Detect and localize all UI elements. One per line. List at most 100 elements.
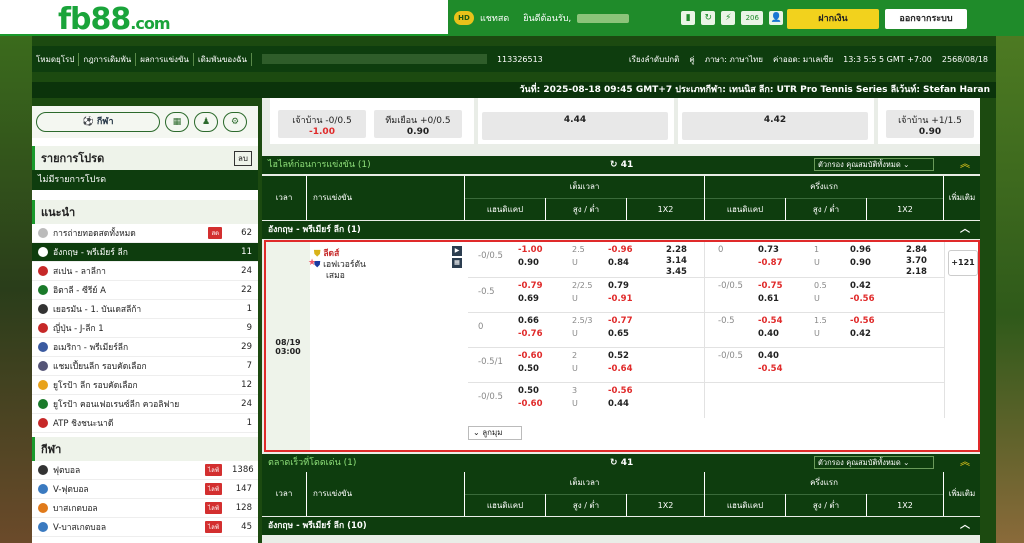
rec-item[interactable]: การถ่ายทอดสดทั้งหมด สด 62 <box>32 224 258 243</box>
filter-select-2[interactable]: ตัวกรอง คุณสมบัติทั้งหมด ⌄ <box>814 456 934 469</box>
favorites-delete-button[interactable]: ลบ <box>234 150 252 166</box>
user-icon[interactable]: 👤 <box>769 11 784 25</box>
badge-206-icon[interactable]: 206 <box>741 11 764 25</box>
odds-fx2[interactable]: 3.70 <box>906 256 927 266</box>
odds-x3[interactable]: 3.45 <box>666 267 687 277</box>
collapse-icon[interactable]: ︽ <box>960 454 970 472</box>
card-3-ou-odds[interactable]: 4.42 <box>682 112 868 140</box>
odds-o2[interactable]: -0.64 <box>608 364 633 374</box>
odds-o2[interactable]: 0.65 <box>608 329 629 339</box>
collapse-icon[interactable]: ︽ <box>960 156 970 174</box>
league-header-epl-2[interactable]: อังกฤษ - พรีเมียร์ ลีก (10) ︿ <box>262 517 980 535</box>
chat-icon[interactable]: HD <box>454 11 474 25</box>
deposit-button[interactable]: ฝากเงิน <box>787 9 879 29</box>
fb88-logo[interactable]: fb88.com <box>58 2 171 37</box>
odds-h2[interactable]: -0.60 <box>518 399 543 409</box>
logout-button[interactable]: ออกจากระบบ <box>885 9 967 29</box>
odds-fh2[interactable]: -0.54 <box>758 364 783 374</box>
odds-fo2[interactable]: -0.56 <box>850 294 875 304</box>
rec-item[interactable]: แชมเปี้ยนลีก รอบคัดเลือก 7 <box>32 357 258 376</box>
odds-o1[interactable]: -0.56 <box>608 386 633 396</box>
card-1-away-odds[interactable]: ทีมเยือน +0/0.5 0.90 <box>374 110 462 138</box>
odds-fh1[interactable]: 0.40 <box>758 351 779 361</box>
odds-o1[interactable]: 0.79 <box>608 281 629 291</box>
odds-fo1[interactable]: 0.96 <box>850 245 871 255</box>
flash-icon[interactable]: ⚡ <box>721 11 736 25</box>
odds-fx3[interactable]: 2.18 <box>906 267 927 277</box>
odds-o2[interactable]: 0.84 <box>608 258 629 268</box>
fast-market-section-bar[interactable]: ตลาดเร็วที่โดดเด่น (1) ↻ 41 ตัวกรอง คุณส… <box>262 454 980 472</box>
odds-h2[interactable]: 0.50 <box>518 364 539 374</box>
odds-fo1[interactable]: -0.56 <box>850 316 875 326</box>
live-stream-icon[interactable]: ▶ <box>452 246 462 256</box>
odds-fh2[interactable]: 0.61 <box>758 294 779 304</box>
nav-rules[interactable]: กฎการเดิมพัน <box>79 52 137 66</box>
refresh-count[interactable]: ↻ 41 <box>610 156 633 174</box>
odds-fo2[interactable]: 0.42 <box>850 329 871 339</box>
rec-item[interactable]: ยูโรป้า คอนเฟอเรนซ์ลีก ควอลิฟาย 24 <box>32 395 258 414</box>
sports-item[interactable]: บาสเกตบอล ไลฟ์ 128 <box>32 499 258 518</box>
odds-o1[interactable]: 0.52 <box>608 351 629 361</box>
refresh-balance-icon[interactable]: ↻ <box>701 11 716 25</box>
odds-select[interactable]: ค่าออด: มาเลเซีย <box>773 53 833 66</box>
odds-h1[interactable]: 0.66 <box>518 316 539 326</box>
chat-label[interactable]: แชทสด <box>480 11 509 25</box>
rec-item[interactable]: เยอรมัน - 1. บันเดสลีก้า 1 <box>32 300 258 319</box>
odds-h1[interactable]: -1.00 <box>518 245 543 255</box>
away-team[interactable]: ⛊ เอฟเวอร์ตัน <box>314 257 464 270</box>
odds-x1[interactable]: 2.28 <box>666 245 687 255</box>
card-1-home-odds[interactable]: เจ้าบ้าน -0/0.5 -1.00 <box>278 110 366 138</box>
odds-h1[interactable]: -0.60 <box>518 351 543 361</box>
odds-h2[interactable]: 0.69 <box>518 294 539 304</box>
pre-match-section-bar[interactable]: ไฮไลท์ก่อนการแข่งขัน (1) ↻ 41 ตัวกรอง คุ… <box>262 156 980 174</box>
odds-fh1[interactable]: -0.75 <box>758 281 783 291</box>
more-markets-button[interactable]: +121 <box>948 250 978 276</box>
odds-o1[interactable]: -0.96 <box>608 245 633 255</box>
sports-item[interactable]: ฟุตบอล ไลฟ์ 1386 <box>32 461 258 480</box>
rec-flag-icon <box>38 285 48 295</box>
home-team[interactable]: ⛊ ลีดส์ <box>314 246 464 259</box>
tab-people[interactable]: ♟ <box>194 112 218 132</box>
sort-select[interactable]: เรียงลำดับปกติ <box>629 53 679 66</box>
odds-fh1[interactable]: 0.73 <box>758 245 779 255</box>
rec-item[interactable]: ATP ชิงชนะนาดี 1 <box>32 414 258 433</box>
odds-fh1[interactable]: -0.54 <box>758 316 783 326</box>
odds-fh2[interactable]: 0.40 <box>758 329 779 339</box>
rec-item[interactable]: ยูโรป้า ลีก รอบคัดเลือก 12 <box>32 376 258 395</box>
rec-item[interactable]: อังกฤษ - พรีเมียร์ ลีก 11 <box>32 243 258 262</box>
nav-my-bets[interactable]: เดิมพันของฉัน <box>194 52 252 66</box>
language-select[interactable]: ภาษา: ภาษาไทย <box>705 53 763 66</box>
stats-icon[interactable]: ▦ <box>452 258 462 268</box>
corners-expand-button[interactable]: ⌄ ลูกมุม <box>468 426 522 440</box>
filter-select[interactable]: ตัวกรอง คุณสมบัติทั้งหมด ⌄ <box>814 158 934 171</box>
odds-fx1[interactable]: 2.84 <box>906 245 927 255</box>
odds-h1[interactable]: -0.79 <box>518 281 543 291</box>
refresh-count-2[interactable]: ↻ 41 <box>610 454 633 472</box>
sports-item[interactable]: V-บาสเกตบอล ไลฟ์ 45 <box>32 518 258 537</box>
tab-calendar[interactable]: ▦ <box>165 112 189 132</box>
odds-h2[interactable]: 0.90 <box>518 258 539 268</box>
odds-o1[interactable]: -0.77 <box>608 316 633 326</box>
league-header-epl[interactable]: อังกฤษ - พรีเมียร์ ลีก (1) ︿ <box>262 221 980 239</box>
odds-fo1[interactable]: 0.42 <box>850 281 871 291</box>
rec-item[interactable]: ญี่ปุ่น - J-ลีก 1 9 <box>32 319 258 338</box>
rec-item[interactable]: สเปน - ลาลีกา 24 <box>32 262 258 281</box>
odds-fo2[interactable]: 0.90 <box>850 258 871 268</box>
card-2-ou-odds[interactable]: 4.44 <box>482 112 668 140</box>
rec-item[interactable]: อิตาลี - ซีรีย์ A 22 <box>32 281 258 300</box>
wallet-icon[interactable]: ▮ <box>681 11 696 25</box>
odds-fh2[interactable]: -0.87 <box>758 258 783 268</box>
odds-h2[interactable]: -0.76 <box>518 329 543 339</box>
nav-results[interactable]: ผลการแข่งขัน <box>136 52 194 66</box>
nav-europe-mode[interactable]: โหมดยุโรป <box>32 52 80 66</box>
tab-settings[interactable]: ⚙ <box>223 112 247 132</box>
odds-o2[interactable]: 0.44 <box>608 399 629 409</box>
tab-sports[interactable]: ⚽ กีฬา <box>36 112 160 132</box>
sort-option-select[interactable]: คู่ <box>689 53 694 66</box>
odds-x2[interactable]: 3.14 <box>666 256 687 266</box>
odds-h1[interactable]: 0.50 <box>518 386 539 396</box>
rec-item[interactable]: อเมริกา - พรีเมียร์ลีก 29 <box>32 338 258 357</box>
card-4-home-odds[interactable]: เจ้าบ้าน +1/1.5 0.90 <box>886 110 974 138</box>
sports-item[interactable]: V-ฟุตบอล ไลฟ์ 147 <box>32 480 258 499</box>
odds-o2[interactable]: -0.91 <box>608 294 633 304</box>
